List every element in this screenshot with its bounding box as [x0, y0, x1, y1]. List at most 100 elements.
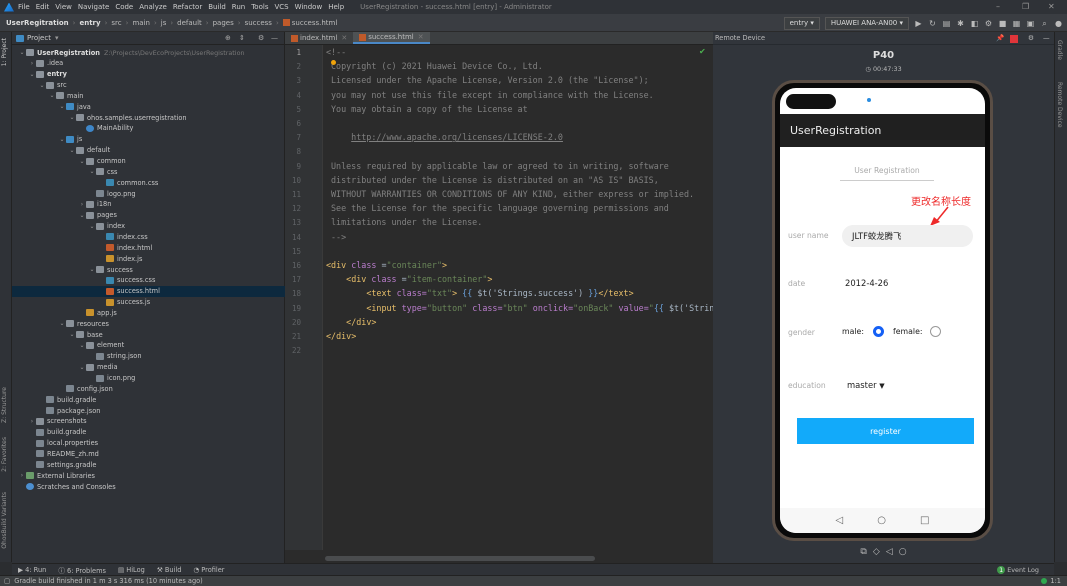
- tree-item[interactable]: icon.png: [12, 373, 285, 384]
- tree-item[interactable]: ⌄ pages: [12, 210, 285, 221]
- settings-icon[interactable]: ⚙: [258, 34, 264, 42]
- menu-vcs[interactable]: VCS: [274, 3, 288, 11]
- hide-panel-icon[interactable]: —: [1043, 34, 1050, 42]
- device-screen[interactable]: UserRegistration User Registration 更改名称长…: [780, 88, 985, 533]
- chevron-down-icon[interactable]: ⌄: [48, 92, 56, 99]
- close-tab-icon[interactable]: ✕: [341, 34, 347, 42]
- tree-item[interactable]: ⌄ src: [12, 80, 285, 91]
- tree-item[interactable]: common.css: [12, 177, 285, 188]
- locate-icon[interactable]: ⊕: [225, 34, 231, 42]
- tree-item[interactable]: build.gradle: [12, 394, 285, 405]
- close-icon[interactable]: ✕: [1048, 2, 1055, 11]
- hide-panel-icon[interactable]: —: [271, 34, 278, 42]
- chevron-down-icon[interactable]: ⌄: [78, 158, 86, 165]
- tree-item[interactable]: index.css: [12, 231, 285, 242]
- rotate-icon[interactable]: ◇: [873, 547, 880, 557]
- home-icon[interactable]: ○: [899, 547, 907, 557]
- chevron-down-icon[interactable]: ⌄: [88, 266, 96, 273]
- register-button[interactable]: register: [797, 418, 974, 444]
- chevron-down-icon[interactable]: ⌄: [78, 342, 86, 349]
- structure-tool-button[interactable]: Z: Structure: [1, 387, 8, 423]
- tab-index-html[interactable]: index.html ✕: [285, 32, 353, 44]
- project-structure-icon[interactable]: ▦: [1012, 19, 1021, 28]
- menu-window[interactable]: Window: [295, 3, 323, 11]
- tree-item[interactable]: › screenshots: [12, 416, 285, 427]
- tree-item[interactable]: success.html: [12, 285, 285, 297]
- tree-item[interactable]: MainAbility: [12, 123, 285, 134]
- close-tab-icon[interactable]: ✕: [418, 33, 424, 41]
- project-view-select[interactable]: Project: [27, 34, 51, 42]
- crumb-file[interactable]: success.html: [292, 19, 338, 27]
- chevron-down-icon[interactable]: ⌄: [58, 136, 66, 143]
- problems-tool-button[interactable]: ⓘ 6: Problems: [58, 565, 106, 575]
- chevron-right-icon[interactable]: ›: [28, 418, 36, 425]
- horizontal-scrollbar[interactable]: [325, 556, 595, 561]
- tree-item[interactable]: › i18n: [12, 199, 285, 210]
- favorites-tool-button[interactable]: 2: Favorites: [1, 437, 8, 472]
- chevron-down-icon[interactable]: ⌄: [78, 364, 86, 371]
- date-picker[interactable]: 2012-4-26: [845, 278, 888, 288]
- menu-refactor[interactable]: Refactor: [173, 3, 202, 11]
- tree-item[interactable]: build.gradle: [12, 427, 285, 438]
- menu-analyze[interactable]: Analyze: [139, 3, 167, 11]
- username-input[interactable]: JLTF蛟龙腾飞: [842, 225, 973, 247]
- crumb-src[interactable]: src: [111, 19, 121, 27]
- settings-icon[interactable]: ⚙: [1028, 34, 1034, 42]
- crumb-main[interactable]: main: [132, 19, 150, 27]
- caret-position[interactable]: 1:1: [1050, 577, 1061, 585]
- tree-item[interactable]: app.js: [12, 307, 285, 318]
- status-message[interactable]: Gradle build finished in 1 m 3 s 316 ms …: [14, 577, 203, 585]
- chevron-down-icon[interactable]: ⌄: [38, 82, 46, 89]
- tree-item[interactable]: success.css: [12, 275, 285, 286]
- chevron-down-icon[interactable]: ⌄: [58, 103, 66, 110]
- debug-icon[interactable]: ✱: [956, 19, 965, 28]
- remote-device-tool-button[interactable]: Remote Device: [1056, 82, 1063, 128]
- chevron-down-icon[interactable]: ⌄: [28, 71, 36, 78]
- back-icon[interactable]: ◁: [886, 547, 893, 557]
- stop-device-icon[interactable]: [1010, 35, 1018, 43]
- tree-item[interactable]: ⌄ common: [12, 156, 285, 167]
- chevron-right-icon[interactable]: ›: [18, 472, 26, 479]
- menu-code[interactable]: Code: [115, 3, 133, 11]
- tree-item[interactable]: ⌄ css: [12, 166, 285, 177]
- chevron-down-icon[interactable]: ⌄: [78, 212, 86, 219]
- tree-item[interactable]: package.json: [12, 405, 285, 416]
- tree-item[interactable]: ⌄ media: [12, 362, 285, 373]
- chevron-down-icon[interactable]: ⌄: [88, 168, 96, 175]
- tree-item[interactable]: ⌄ entry: [12, 69, 285, 80]
- crumb-js[interactable]: js: [161, 19, 167, 27]
- build-tool-button[interactable]: ⚒ Build: [157, 566, 182, 574]
- gradle-tool-button[interactable]: Gradle: [1056, 40, 1063, 60]
- chevron-down-icon[interactable]: ⌄: [88, 223, 96, 230]
- rerun-icon[interactable]: ↻: [928, 19, 937, 28]
- menu-help[interactable]: Help: [328, 3, 344, 11]
- device-manager-icon[interactable]: ▣: [1026, 19, 1035, 28]
- run-icon[interactable]: ▶: [914, 19, 923, 28]
- minimize-icon[interactable]: –: [996, 2, 1000, 11]
- chevron-down-icon[interactable]: ⌄: [68, 331, 76, 338]
- menu-view[interactable]: View: [55, 3, 72, 11]
- tree-item[interactable]: string.json: [12, 351, 285, 362]
- project-tool-button[interactable]: 1: Project: [1, 38, 8, 66]
- run-config-select[interactable]: entry ▾: [783, 16, 820, 30]
- tree-item[interactable]: ⌄ index: [12, 221, 285, 232]
- tree-item[interactable]: config.json: [12, 383, 285, 394]
- tree-item[interactable]: index.html: [12, 242, 285, 253]
- menu-edit[interactable]: Edit: [36, 3, 50, 11]
- tree-item[interactable]: ⌄ main: [12, 90, 285, 101]
- collapse-all-icon[interactable]: ⇕: [239, 34, 245, 42]
- profiler-tool-button[interactable]: ◔ Profiler: [193, 566, 224, 574]
- tree-item[interactable]: › External Libraries: [12, 470, 285, 481]
- tree-item[interactable]: ⌄ js: [12, 134, 285, 145]
- tree-item[interactable]: README_zh.md: [12, 448, 285, 459]
- coverage-icon[interactable]: ▤: [942, 19, 951, 28]
- tree-item[interactable]: logo.png: [12, 188, 285, 199]
- restore-icon[interactable]: ❐: [1022, 2, 1029, 11]
- tree-item[interactable]: › .idea: [12, 58, 285, 69]
- menu-navigate[interactable]: Navigate: [78, 3, 109, 11]
- attach-debugger-icon[interactable]: ◧: [970, 19, 979, 28]
- status-toggle-icon[interactable]: ▢: [4, 577, 10, 585]
- crumb-project[interactable]: UserRegitration: [6, 19, 69, 27]
- menu-build[interactable]: Build: [208, 3, 226, 11]
- tree-item[interactable]: local.properties: [12, 438, 285, 449]
